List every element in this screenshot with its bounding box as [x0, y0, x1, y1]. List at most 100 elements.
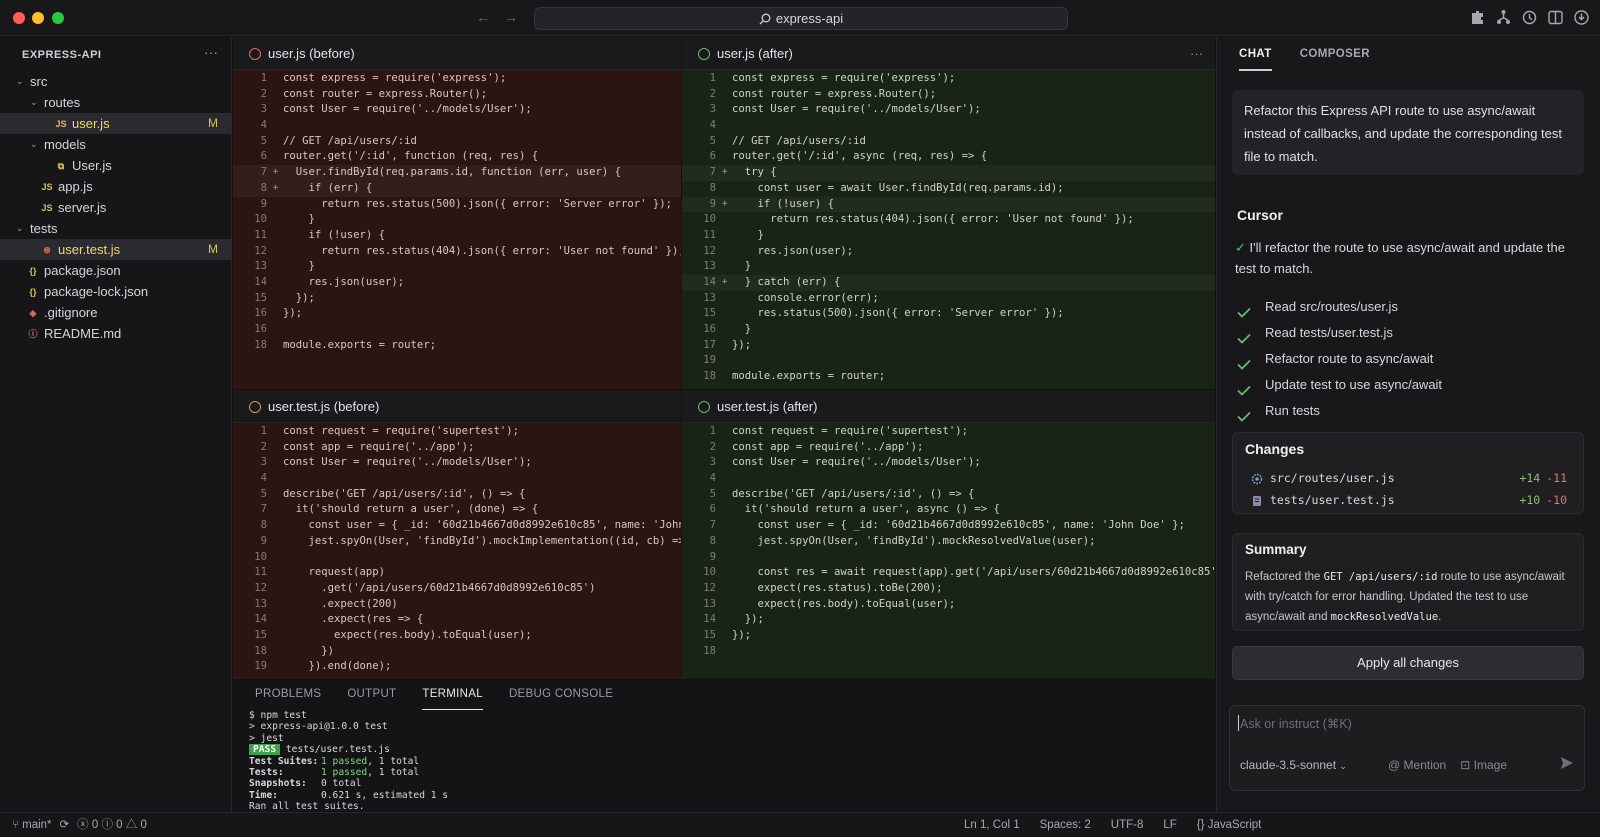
- code-line: 15 });: [233, 291, 681, 307]
- tree-folder[interactable]: ⌄ src: [0, 71, 232, 92]
- diff-marker: +: [273, 182, 279, 193]
- history-icon[interactable]: [1521, 9, 1538, 26]
- line-number: 13: [254, 597, 267, 610]
- tree-file[interactable]: ⧉ User.js: [0, 155, 232, 176]
- test-file-icon: [249, 401, 261, 413]
- cursor-position[interactable]: Ln 1, Col 1: [964, 813, 1020, 837]
- code-text: router.get('/:id', async (req, res) => {: [732, 150, 988, 163]
- code-block[interactable]: 1 const request = require('supertest'); 2 c…: [682, 423, 1215, 677]
- code-block[interactable]: 1 const express = require('express'); 2 con…: [682, 70, 1215, 389]
- tree-file[interactable]: ⓘ README.md: [0, 323, 232, 344]
- code-line: 13 }: [233, 259, 681, 275]
- mention-button[interactable]: @ Mention: [1388, 758, 1446, 772]
- tab-output[interactable]: OUTPUT: [347, 678, 396, 710]
- chevron-down-icon[interactable]: ⌄: [16, 218, 26, 239]
- terminal-output[interactable]: $ npm test > express-api@1.0.0 test > je…: [249, 710, 1215, 825]
- more-actions-icon[interactable]: ···: [204, 44, 218, 60]
- status-bar: ⑂ main* ⟳ ⓧ 0 ⓘ 0 △ 0 Ln 1, Col 1 Spaces…: [0, 812, 1600, 836]
- diff-pane-test-before: user.test.js (before) 1 const request = re…: [233, 390, 681, 677]
- code-block[interactable]: 1 const request = require('supertest'); 2 c…: [233, 423, 681, 677]
- toggle-sidebar-icon[interactable]: [1547, 9, 1564, 26]
- code-line: 10 const res = await request(app).get('/…: [682, 565, 1215, 581]
- language-mode[interactable]: {} JavaScript: [1197, 813, 1262, 837]
- code-line: 9 return res.status(500).json({ error: '…: [233, 197, 681, 213]
- user-message: Refactor this Express API route to use a…: [1232, 90, 1584, 175]
- line-number: 1: [260, 425, 267, 437]
- code-line: 13 }: [682, 259, 1215, 275]
- image-button[interactable]: ⊡ Image: [1460, 758, 1507, 772]
- tab-composer[interactable]: COMPOSER: [1300, 37, 1370, 71]
- tab-problems[interactable]: PROBLEMS: [255, 678, 321, 710]
- pane-header[interactable]: user.test.js (after): [682, 390, 1215, 423]
- code-text: const User = require('../models/User');: [283, 103, 532, 116]
- check-icon: [1237, 301, 1251, 318]
- tree-item-label: README.md: [44, 326, 122, 341]
- extensions-icon[interactable]: [1469, 9, 1486, 26]
- code-text: } catch (err) {: [732, 275, 841, 288]
- line-number: 10: [703, 213, 716, 226]
- tree-folder[interactable]: ⌄ tests: [0, 218, 232, 239]
- code-text: .get('/api/users/60d21b4667d0d8992e610c8…: [283, 581, 596, 594]
- chat-input[interactable]: Ask or instruct (⌘K) claude-3.5-sonnet ⌄…: [1229, 705, 1585, 791]
- pane-header[interactable]: user.js (after) ···: [682, 37, 1215, 70]
- back-arrow-icon[interactable]: ←: [476, 9, 504, 25]
- tree-file[interactable]: ◈ .gitignore: [0, 302, 232, 323]
- tree-file[interactable]: JS server.js: [0, 197, 232, 218]
- indentation[interactable]: Spaces: 2: [1040, 813, 1091, 837]
- account-icon[interactable]: [1573, 9, 1590, 26]
- tree-item-label: models: [44, 137, 86, 152]
- forward-arrow-icon[interactable]: →: [504, 9, 532, 25]
- chevron-down-icon[interactable]: ⌄: [30, 92, 40, 113]
- changed-file-row[interactable]: tests/user.test.js +10 -10: [1245, 490, 1567, 510]
- line-number: 16: [254, 307, 267, 320]
- minimize-window-button[interactable]: [32, 12, 44, 24]
- send-icon[interactable]: [1560, 756, 1574, 770]
- lines-removed: -10: [1546, 493, 1567, 507]
- code-line: 18: [682, 644, 1215, 660]
- sync-icon[interactable]: ⟳: [60, 813, 70, 837]
- line-number: 4: [709, 472, 716, 485]
- model-selector[interactable]: claude-3.5-sonnet ⌄: [1240, 758, 1347, 772]
- tree-file[interactable]: ⊛ user.test.js M: [0, 239, 232, 260]
- chevron-down-icon[interactable]: ⌄: [30, 134, 40, 155]
- code-text: }): [283, 644, 335, 657]
- pass-badge: PASS: [249, 744, 281, 756]
- apply-all-changes-button[interactable]: Apply all changes: [1232, 646, 1584, 680]
- tree-file[interactable]: {} package-lock.json: [0, 281, 232, 302]
- tab-terminal[interactable]: TERMINAL: [422, 678, 483, 710]
- line-number: 7: [260, 166, 267, 179]
- line-number: 5: [709, 487, 716, 500]
- maximize-window-button[interactable]: [52, 12, 64, 24]
- step-item: Update test to use async/await: [1237, 372, 1442, 398]
- line-number: 11: [254, 566, 267, 579]
- code-line: 5 // GET /api/users/:id: [233, 134, 681, 150]
- pane-header[interactable]: user.js (before): [233, 37, 681, 70]
- line-ending[interactable]: LF: [1163, 813, 1176, 837]
- tree-item-label: tests: [30, 221, 58, 236]
- close-window-button[interactable]: [13, 12, 25, 24]
- problems-indicator[interactable]: ⓧ 0 ⓘ 0 △ 0: [77, 813, 147, 837]
- encoding[interactable]: UTF-8: [1111, 813, 1144, 837]
- code-line: 18 }): [233, 644, 681, 660]
- tree-file[interactable]: JS app.js: [0, 176, 232, 197]
- tree-folder[interactable]: ⌄ models: [0, 134, 232, 155]
- code-block[interactable]: 1 const express = require('express'); 2 con…: [233, 70, 681, 389]
- summary-title: Summary: [1245, 542, 1307, 557]
- tab-chat[interactable]: CHAT: [1239, 37, 1272, 71]
- tree-file[interactable]: JS user.js M: [0, 113, 232, 134]
- tree-file[interactable]: {} package.json: [0, 260, 232, 281]
- more-actions-icon[interactable]: ···: [1190, 37, 1203, 70]
- tab-debug-console[interactable]: DEBUG CONSOLE: [509, 678, 613, 710]
- branch-indicator[interactable]: ⑂ main*: [12, 813, 52, 837]
- tree-folder[interactable]: ⌄ routes: [0, 92, 232, 113]
- changed-file-row[interactable]: src/routes/user.js +14 -11: [1245, 468, 1567, 488]
- pane-title: user.js (before): [268, 46, 355, 61]
- json-file-icon: {}: [29, 287, 37, 297]
- chevron-down-icon[interactable]: ⌄: [16, 71, 26, 92]
- chat-input-placeholder[interactable]: Ask or instruct (⌘K): [1240, 716, 1352, 731]
- source-control-icon[interactable]: [1495, 9, 1512, 26]
- code-text: module.exports = router;: [732, 370, 886, 383]
- pane-header[interactable]: user.test.js (before): [233, 390, 681, 423]
- lines-added: +14: [1519, 471, 1541, 485]
- command-search-bar[interactable]: express-api: [534, 7, 1068, 30]
